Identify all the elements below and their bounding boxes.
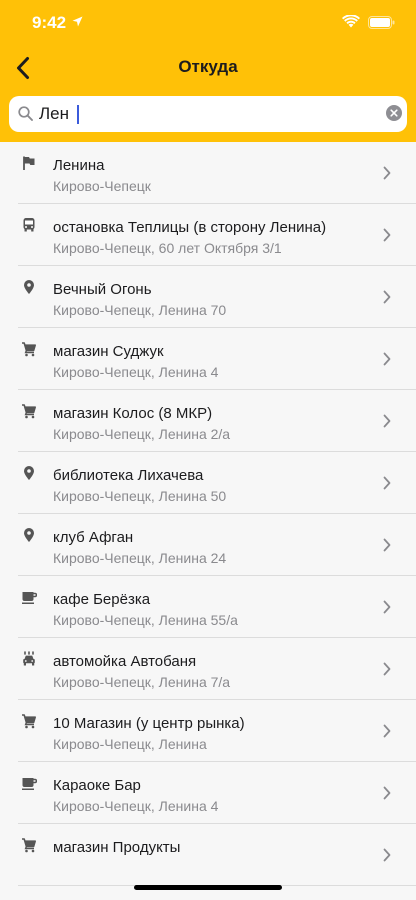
chevron-right-icon [383, 538, 391, 552]
location-pin-icon [24, 280, 34, 294]
place-name: 10 Магазин (у центр рынка) [53, 715, 245, 732]
place-address: Кирово-Чепецк, 60 лет Октября 3/1 [53, 240, 282, 256]
list-item[interactable]: Караоке Бар Кирово-Чепецк, Ленина 4 [0, 762, 416, 824]
search-input[interactable] [39, 100, 379, 128]
place-address: Кирово-Чепецк, Ленина 70 [53, 302, 227, 318]
clear-search-icon[interactable] [386, 105, 402, 121]
results-list: Ленина Кирово-Чепецк остановка Теплицы (в … [0, 142, 416, 886]
chevron-right-icon [383, 476, 391, 490]
place-address: Кирово-Чепецк [53, 178, 151, 194]
list-item[interactable]: остановка Теплицы (в сторону Ленина) Киро… [0, 204, 416, 266]
place-name: клуб Афган [53, 529, 134, 546]
search-icon [18, 106, 33, 121]
wifi-icon [342, 15, 360, 28]
search-bar[interactable] [9, 96, 407, 132]
place-name: библиотека Лихачева [53, 467, 204, 484]
location-arrow-icon [72, 16, 83, 27]
place-name: Вечный Огонь [53, 281, 152, 298]
chevron-right-icon [383, 352, 391, 366]
list-item[interactable]: автомойка Автобаня Кирово-Чепецк, Ленина … [0, 638, 416, 700]
status-time: 9:42 [32, 13, 67, 32]
place-address: Кирово-Чепецк, Ленина 4 [53, 798, 219, 814]
chevron-right-icon [383, 848, 391, 862]
coffee-icon [22, 592, 37, 604]
chevron-right-icon [383, 662, 391, 676]
chevron-right-icon [383, 290, 391, 304]
list-item[interactable]: клуб Афган Кирово-Чепецк, Ленина 24 [0, 514, 416, 576]
cart-icon [22, 342, 36, 357]
navigation-bar: Откуда [0, 44, 416, 92]
place-name: Караоке Бар [53, 777, 141, 794]
list-item[interactable]: магазин Колос (8 МКР) Кирово-Чепецк, Лени… [0, 390, 416, 452]
location-pin-icon [24, 528, 34, 542]
list-item[interactable]: Вечный Огонь Кирово-Чепецк, Ленина 70 [0, 266, 416, 328]
place-name: магазин Суджук [53, 343, 164, 360]
location-pin-icon [24, 466, 34, 480]
place-name: остановка Теплицы (в сторону Ленина) [53, 219, 327, 236]
status-bar: 9:42 [0, 0, 416, 44]
home-indicator [134, 885, 282, 890]
bus-icon [23, 218, 35, 232]
place-name: магазин Колос (8 МКР) [53, 405, 213, 422]
chevron-right-icon [383, 228, 391, 242]
chevron-right-icon [383, 724, 391, 738]
car-wash-icon [23, 651, 35, 666]
header-background: 9:42 Откуда [0, 0, 416, 142]
cart-icon [22, 838, 36, 853]
list-item[interactable]: кафе Берёзка Кирово-Чепецк, Ленина 55/а [0, 576, 416, 638]
place-address: Кирово-Чепецк, Ленина 24 [53, 550, 227, 566]
place-address: Кирово-Чепецк, Ленина 7/а [53, 674, 231, 690]
list-item[interactable]: 10 Магазин (у центр рынка) Кирово-Чепецк,… [0, 700, 416, 762]
chevron-right-icon [383, 166, 391, 180]
text-cursor [77, 105, 79, 124]
chevron-right-icon [383, 600, 391, 614]
coffee-icon [22, 778, 37, 790]
chevron-right-icon [383, 786, 391, 800]
place-address: Кирово-Чепецк, Ленина 55/а [53, 612, 238, 628]
battery-icon [368, 16, 395, 29]
list-item[interactable]: библиотека Лихачева Кирово-Чепецк, Ленина… [0, 452, 416, 514]
place-name: кафе Берёзка [53, 591, 151, 608]
place-name: магазин Продукты [53, 839, 181, 856]
list-item[interactable]: магазин Суджук Кирово-Чепецк, Ленина 4 [0, 328, 416, 390]
place-address: Кирово-Чепецк, Ленина 2/а [53, 426, 231, 442]
page-title: Откуда [178, 57, 238, 76]
place-address: Кирово-Чепецк, Ленина 50 [53, 488, 227, 504]
place-name: Ленина [53, 157, 105, 174]
place-address: Кирово-Чепецк, Ленина [53, 736, 207, 752]
cart-icon [22, 404, 36, 419]
list-item[interactable]: Ленина Кирово-Чепецк [0, 142, 416, 204]
cart-icon [22, 714, 36, 729]
flag-icon [23, 156, 35, 170]
place-name: автомойка Автобаня [53, 653, 197, 670]
place-address: Кирово-Чепецк, Ленина 4 [53, 364, 219, 380]
chevron-right-icon [383, 414, 391, 428]
list-item[interactable]: магазин Продукты [0, 824, 416, 886]
